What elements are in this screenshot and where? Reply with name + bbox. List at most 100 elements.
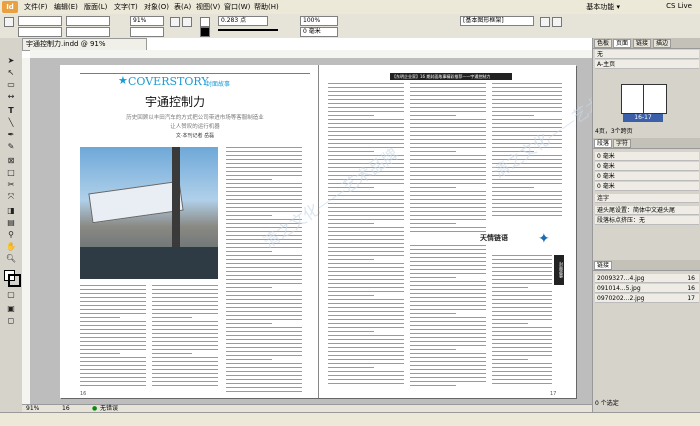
pencil-tool-icon[interactable]: ✎ [5,142,17,152]
eyedropper-tool-icon[interactable]: ⚲ [5,230,17,240]
preview-mode-icon[interactable]: ◻ [5,316,17,326]
zoom-scale-field[interactable]: 91% [130,16,164,26]
gap-tool-icon[interactable]: ↔ [5,92,17,102]
menu-table[interactable]: 表(A) [174,2,191,12]
text-line [80,357,146,358]
text-line [328,231,404,232]
stroke-type-preview[interactable] [218,29,278,31]
spread-label[interactable]: 16-17 [623,114,663,122]
right-banner: 【东明企业家】16 期封面故事精彩推荐——宇通控制力 [390,73,512,80]
text-line [492,351,552,352]
text-line [410,273,486,274]
kinsoku-select[interactable]: 避头尾设置：简体中文避头尾 [595,206,699,215]
y-field[interactable] [18,27,62,37]
text-line [328,135,404,136]
pages-none-row[interactable]: 无 [595,50,699,59]
text-line [492,355,552,356]
text-line [410,231,486,232]
tab-links[interactable]: 链接 [594,261,613,270]
width-field[interactable] [66,16,110,26]
text-line [328,271,404,272]
mojikumi-select[interactable]: 段落标点挤压：无 [595,216,699,225]
tab-pages[interactable]: 页面 [613,39,632,48]
zoom-tool-icon[interactable]: 🔍︎ [5,254,17,264]
tab-links-top[interactable]: 链接 [633,39,652,48]
stroke-weight-field[interactable]: 0.283 点 [218,16,268,26]
space-after-row[interactable]: 0 毫米 [595,182,699,191]
object-style-select[interactable]: [基本图形框架] [460,16,534,26]
menu-window[interactable]: 窗口(W) [224,2,250,12]
tab-character[interactable]: 字符 [613,139,632,148]
scissors-tool-icon[interactable]: ✂ [5,180,17,190]
master-row[interactable]: A-主页 [595,60,699,69]
height-field[interactable] [66,27,110,37]
text-line [410,151,456,152]
text-line [328,323,404,324]
text-line [226,287,272,288]
pen-tool-icon[interactable]: ✒ [5,130,17,140]
opacity-field[interactable]: 100% [300,16,338,26]
cover-story-logo: COVERSTORY [128,75,209,88]
text-line [80,337,146,338]
menu-edit[interactable]: 编辑(E) [54,2,78,12]
stroke-color-icon[interactable] [8,274,21,287]
text-line [328,215,404,216]
text-line [492,299,552,300]
gradient-tool-icon[interactable]: ◨ [5,206,17,216]
line-tool-icon[interactable]: ╲ [5,118,17,128]
text-line [410,293,486,294]
menu-view[interactable]: 视图(V) [196,2,220,12]
menu-object[interactable]: 对象(O) [144,2,169,12]
selection-tool-icon[interactable]: ➤ [5,56,17,66]
reference-point-icon[interactable] [4,17,14,27]
space-before-row[interactable]: 0 毫米 [595,172,699,181]
page-thumb-17[interactable] [643,84,667,114]
hand-tool-icon[interactable]: ✋ [5,242,17,252]
link-row-2[interactable]: 091014...5.jpg 16 [595,284,699,293]
menu-layout[interactable]: 版面(L) [84,2,107,12]
hyphenate-checkbox[interactable]: 连字 [595,194,699,203]
workspace-switcher[interactable]: 基本功能 ▾ [586,2,620,12]
page-thumb-16[interactable] [621,84,645,114]
shadow-icon[interactable] [552,17,562,27]
link-row-1[interactable]: 2009327...4.jpg 16 [595,274,699,283]
note-tool-icon[interactable]: ▤ [5,218,17,228]
menu-type[interactable]: 文字(T) [114,2,138,12]
menu-help[interactable]: 帮助(H) [254,2,279,12]
text-line [492,327,552,328]
link-row-3[interactable]: 0970202...2.jpg 17 [595,294,699,303]
x-field[interactable] [18,16,62,26]
rotation-field[interactable] [130,27,164,37]
corner-field[interactable]: 0 毫米 [300,27,338,37]
text-wrap-icon[interactable] [540,17,550,27]
text-line [80,301,146,302]
fill-swatch[interactable] [200,17,210,27]
article-photo[interactable] [80,147,218,279]
tab-swatches[interactable]: 色板 [594,39,613,48]
page-tool-icon[interactable]: ▭ [5,80,17,90]
rectangle-tool-icon[interactable]: □ [5,168,17,178]
direct-selection-tool-icon[interactable]: ↖ [5,68,17,78]
indent-left-row[interactable]: 0 毫米 [595,152,699,161]
rectangle-frame-tool-icon[interactable]: ⊠ [5,156,17,166]
free-transform-tool-icon[interactable]: ⤧ [5,192,17,202]
text-line [328,151,374,152]
formatting-container-icon[interactable]: ▢ [5,290,17,300]
type-tool-icon[interactable]: T [5,106,17,116]
text-line [80,365,146,366]
menu-file[interactable]: 文件(F) [24,2,48,12]
flip-vertical-icon[interactable] [182,17,192,27]
stroke-swatch[interactable] [200,27,210,37]
indent-right-row[interactable]: 0 毫米 [595,162,699,171]
tab-stroke[interactable]: 描边 [653,39,672,48]
text-line [410,261,486,262]
flip-horizontal-icon[interactable] [170,17,180,27]
normal-view-icon[interactable]: ▣ [5,304,17,314]
tab-paragraph[interactable]: 段落 [594,139,613,148]
text-line [226,391,302,392]
text-line [410,329,486,330]
text-line [328,363,404,364]
links-panel-tabs: 链接 [593,260,700,271]
cs-live-button[interactable]: CS Live [666,2,692,10]
text-line [410,179,486,180]
